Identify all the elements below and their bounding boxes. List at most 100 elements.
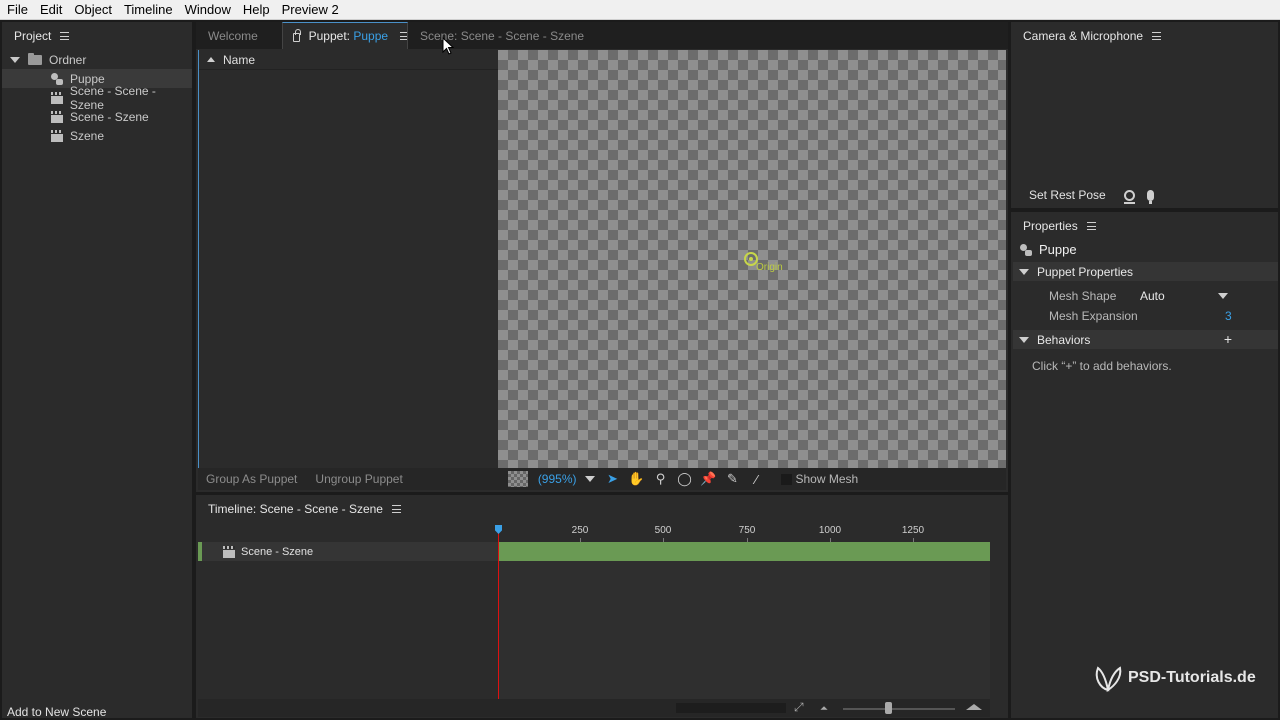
- lock-icon[interactable]: [293, 28, 301, 42]
- selection-tool-icon[interactable]: ➤: [601, 469, 625, 489]
- track-label: Scene - Szene: [241, 545, 314, 558]
- mouse-cursor-icon: [442, 37, 454, 55]
- mesh-expansion-value[interactable]: 3: [1225, 309, 1232, 323]
- tick-label: 500: [654, 525, 672, 536]
- tree-item-scene-scene-szene[interactable]: Scene - Scene - Szene: [2, 84, 192, 112]
- mesh-shape-dropdown-icon[interactable]: [1218, 293, 1228, 299]
- section-label: Behaviors: [1037, 332, 1091, 347]
- camera-menu-icon[interactable]: [1152, 32, 1162, 40]
- add-to-new-scene-button[interactable]: Add to New Scene: [7, 705, 106, 719]
- collapse-caret-icon[interactable]: [1019, 268, 1029, 275]
- menu-edit[interactable]: Edit: [34, 0, 68, 20]
- webcam-icon[interactable]: [1123, 189, 1135, 204]
- tree-item-label: Scene - Szene: [70, 109, 149, 124]
- menu-window[interactable]: Window: [179, 0, 237, 20]
- background-swatch-icon[interactable]: [507, 471, 528, 487]
- ellipse-tool-icon[interactable]: ◯: [673, 469, 697, 489]
- timeline-header: Timeline: Scene - Scene - Szene: [196, 495, 1008, 523]
- zoom-slider-knob[interactable]: [885, 702, 892, 714]
- zoom-in-icon[interactable]: [966, 704, 982, 710]
- track-bar[interactable]: [498, 542, 990, 561]
- timeline-ruler[interactable]: 250 500 750 1000 1250: [498, 524, 988, 542]
- menu-preview[interactable]: Preview 2: [276, 0, 345, 20]
- selected-object: Puppe: [1019, 242, 1077, 257]
- group-as-puppet-button[interactable]: Group As Puppet: [198, 472, 305, 486]
- properties-panel: Properties Puppe Puppet Properties Mesh …: [1011, 212, 1278, 718]
- zoom-out-icon[interactable]: [820, 706, 828, 710]
- project-panel-title: Project: [14, 29, 52, 43]
- camera-panel-header: Camera & Microphone: [1011, 22, 1278, 50]
- menu-help[interactable]: Help: [237, 0, 276, 20]
- dragger-tool-icon[interactable]: ✎: [721, 469, 745, 489]
- ungroup-puppet-button[interactable]: Ungroup Puppet: [307, 472, 410, 486]
- menu-file[interactable]: File: [0, 0, 34, 20]
- tab-welcome[interactable]: Welcome: [208, 22, 258, 49]
- puppet-canvas[interactable]: Origin: [498, 50, 1006, 468]
- tree-item-label: Szene: [70, 128, 105, 143]
- tick-label: 1250: [901, 525, 925, 536]
- properties-header: Properties: [1011, 212, 1278, 240]
- section-label: Puppet Properties: [1037, 264, 1134, 279]
- puppet-panel: Welcome Puppet: Puppe Scene: Scene - Sce…: [196, 22, 1008, 492]
- menu-bar: File Edit Object Timeline Window Help Pr…: [0, 0, 1280, 20]
- pin-tool-icon[interactable]: 📌: [697, 469, 721, 489]
- scene-icon: [222, 545, 236, 558]
- timeline-scrollbar[interactable]: [676, 703, 786, 713]
- zoom-level[interactable]: (995%): [538, 472, 577, 486]
- tab-welcome-label: Welcome: [208, 28, 258, 43]
- section-behaviors[interactable]: Behaviors: [1013, 330, 1278, 349]
- timeline-panel: Timeline: Scene - Scene - Szene 250 500 …: [196, 495, 1008, 718]
- add-behavior-icon[interactable]: +: [1224, 331, 1232, 347]
- tree-item-scene-szene[interactable]: Scene - Szene: [2, 107, 192, 126]
- zoom-tool-icon[interactable]: ⚲: [649, 469, 673, 489]
- folder-icon: [28, 52, 42, 65]
- zoom-dropdown-icon[interactable]: [584, 476, 595, 482]
- project-menu-icon[interactable]: [60, 32, 70, 40]
- project-panel-header: Project: [2, 22, 192, 50]
- properties-menu-icon[interactable]: [1086, 222, 1096, 230]
- track-row[interactable]: Scene - Szene: [198, 542, 498, 561]
- menu-timeline[interactable]: Timeline: [118, 0, 179, 20]
- mesh-shape-select[interactable]: Auto: [1140, 289, 1165, 303]
- show-mesh-label: Show Mesh: [795, 472, 859, 486]
- section-puppet-properties[interactable]: Puppet Properties: [1013, 262, 1278, 281]
- set-rest-pose-button[interactable]: Set Rest Pose: [1029, 188, 1106, 202]
- puppet-icon: [1019, 243, 1033, 257]
- fit-expand-icon[interactable]: ⤢: [794, 700, 804, 715]
- show-mesh-checkbox[interactable]: [780, 473, 792, 485]
- tab-bar: Welcome Puppet: Puppe Scene: Scene - Sce…: [196, 22, 1008, 49]
- track-color-strip: [198, 542, 202, 561]
- playhead-line[interactable]: [498, 529, 499, 699]
- selected-object-name: Puppe: [1039, 242, 1077, 257]
- layers-list: Name: [198, 50, 499, 489]
- tab-menu-icon[interactable]: [400, 32, 407, 40]
- tree-folder-ordner[interactable]: Ordner: [2, 50, 192, 69]
- tree-folder-label: Ordner: [49, 52, 87, 67]
- tree-item-szene[interactable]: Szene: [2, 126, 192, 145]
- butterfly-logo-icon: [1095, 666, 1122, 693]
- tab-puppet[interactable]: Puppet: Puppe: [282, 22, 408, 49]
- origin-label: Origin: [756, 262, 783, 273]
- behaviors-hint: Click “+” to add behaviors.: [1032, 359, 1172, 373]
- timeline-footer: ⤢: [198, 699, 990, 717]
- collapse-caret-icon[interactable]: [1019, 336, 1029, 343]
- mesh-expansion-label: Mesh Expansion: [1049, 309, 1138, 323]
- sort-caret-icon[interactable]: [207, 57, 215, 62]
- timeline-menu-icon[interactable]: [391, 505, 401, 513]
- stick-tool-icon[interactable]: ⁄: [745, 469, 769, 489]
- camera-microphone-panel: Camera & Microphone Set Rest Pose: [1011, 22, 1278, 208]
- project-panel: Project Ordner Puppe Scene - Scene - Sze…: [2, 22, 192, 718]
- menu-object[interactable]: Object: [68, 0, 118, 20]
- expand-caret-icon[interactable]: [10, 56, 20, 63]
- hand-tool-icon[interactable]: ✋: [625, 469, 649, 489]
- scene-icon: [50, 91, 64, 104]
- track-list-empty: [198, 561, 498, 699]
- scene-icon: [50, 110, 64, 123]
- layers-header[interactable]: Name: [199, 50, 499, 70]
- track-area[interactable]: [498, 561, 990, 699]
- microphone-icon[interactable]: [1146, 189, 1154, 204]
- tab-puppet-prefix: Puppet:: [308, 29, 350, 43]
- timeline-title: Timeline: Scene - Scene - Szene: [208, 502, 383, 516]
- zoom-slider[interactable]: [843, 708, 955, 710]
- mesh-shape-label: Mesh Shape: [1049, 289, 1117, 303]
